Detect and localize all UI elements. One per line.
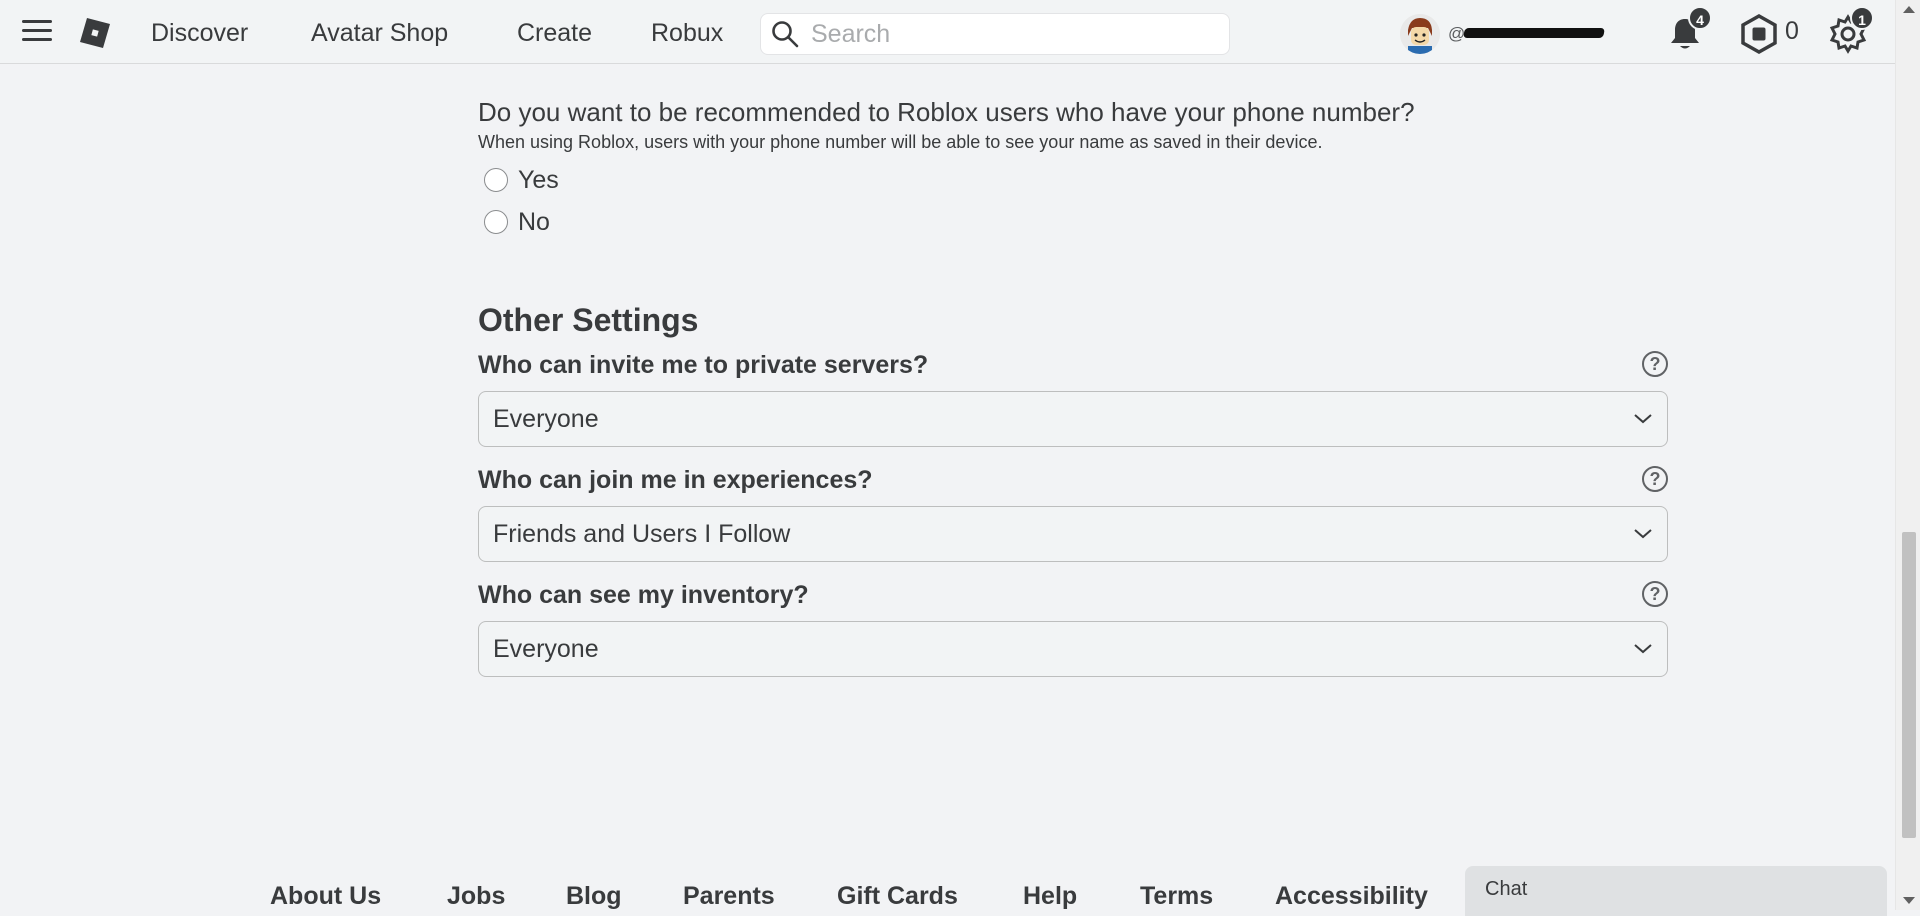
chat-bar[interactable]: Chat bbox=[1465, 866, 1887, 916]
avatar bbox=[1400, 14, 1440, 54]
notifications-badge: 4 bbox=[1688, 6, 1712, 30]
footer-gift-cards-link[interactable]: Gift Cards bbox=[837, 882, 958, 911]
search-icon bbox=[772, 21, 799, 48]
settings-badge: 1 bbox=[1850, 6, 1874, 30]
setting-label: Who can join me in experiences? bbox=[478, 466, 873, 494]
search-box[interactable] bbox=[760, 13, 1230, 55]
join-experiences-dropdown[interactable]: Friends and Users I Follow bbox=[478, 506, 1668, 562]
radio-option-no[interactable]: No bbox=[478, 207, 1668, 237]
private-server-invite-setting: Who can invite me to private servers? ? … bbox=[478, 351, 1668, 447]
notifications-button[interactable]: 4 bbox=[1668, 6, 1712, 57]
dropdown-selected-value: Friends and Users I Follow bbox=[493, 519, 791, 548]
footer-blog-link[interactable]: Blog bbox=[566, 882, 622, 911]
scroll-down-arrow-icon[interactable] bbox=[1903, 897, 1915, 904]
dropdown-selected-value: Everyone bbox=[493, 634, 599, 663]
recommend-subtext: When using Roblox, users with your phone… bbox=[478, 132, 1323, 152]
menu-icon[interactable] bbox=[22, 20, 52, 44]
inventory-visibility-dropdown[interactable]: Everyone bbox=[478, 621, 1668, 677]
setting-label: Who can see my inventory? bbox=[478, 581, 809, 609]
scrollbar-thumb[interactable] bbox=[1902, 532, 1916, 838]
chat-label: Chat bbox=[1485, 878, 1528, 900]
other-settings-title: Other Settings bbox=[478, 302, 699, 338]
footer-jobs-link[interactable]: Jobs bbox=[447, 882, 505, 911]
help-icon[interactable]: ? bbox=[1642, 351, 1668, 377]
help-icon[interactable]: ? bbox=[1642, 466, 1668, 492]
privacy-settings-content: Do you want to be recommended to Roblox … bbox=[478, 96, 1668, 677]
chevron-down-icon bbox=[1634, 414, 1652, 424]
chevron-down-icon bbox=[1634, 529, 1652, 539]
nav-create-link[interactable]: Create bbox=[517, 18, 592, 48]
scroll-up-arrow-icon[interactable] bbox=[1903, 6, 1915, 13]
nav-discover-link[interactable]: Discover bbox=[151, 18, 248, 48]
footer-parents-link[interactable]: Parents bbox=[683, 882, 775, 911]
settings-button[interactable]: 1 bbox=[1828, 6, 1874, 59]
radio-label-no: No bbox=[518, 207, 550, 236]
footer-terms-link[interactable]: Terms bbox=[1140, 882, 1213, 911]
redacted-username-mark bbox=[1463, 28, 1605, 38]
user-profile-link[interactable]: @ bbox=[1400, 14, 1618, 54]
footer-accessibility-link[interactable]: Accessibility bbox=[1275, 882, 1428, 911]
nav-avatar-shop-link[interactable]: Avatar Shop bbox=[311, 18, 448, 48]
robux-balance: 0 bbox=[1785, 17, 1799, 45]
top-navigation-bar: Discover Avatar Shop Create Robux @ bbox=[0, 0, 1895, 64]
help-icon[interactable]: ? bbox=[1642, 581, 1668, 607]
chevron-down-icon bbox=[1634, 644, 1652, 654]
radio-button-yes[interactable] bbox=[484, 168, 508, 192]
inventory-visibility-setting: Who can see my inventory? ? Everyone bbox=[478, 581, 1668, 677]
radio-button-no[interactable] bbox=[484, 210, 508, 234]
nav-robux-link[interactable]: Robux bbox=[651, 18, 723, 48]
page-scrollbar[interactable] bbox=[1895, 0, 1920, 910]
radio-label-yes: Yes bbox=[518, 165, 559, 194]
footer-about-us-link[interactable]: About Us bbox=[270, 882, 381, 911]
private-server-invite-dropdown[interactable]: Everyone bbox=[478, 391, 1668, 447]
setting-label: Who can invite me to private servers? bbox=[478, 351, 929, 379]
search-input[interactable] bbox=[811, 19, 1201, 49]
recommend-question: Do you want to be recommended to Roblox … bbox=[478, 97, 1415, 127]
roblox-logo-icon[interactable] bbox=[80, 18, 110, 48]
footer-help-link[interactable]: Help bbox=[1023, 882, 1077, 911]
robux-button[interactable] bbox=[1740, 13, 1778, 59]
dropdown-selected-value: Everyone bbox=[493, 404, 599, 433]
radio-option-yes[interactable]: Yes bbox=[478, 165, 1668, 195]
username: @ bbox=[1448, 22, 1618, 46]
robux-icon bbox=[1741, 13, 1777, 55]
join-experiences-setting: Who can join me in experiences? ? Friend… bbox=[478, 466, 1668, 562]
